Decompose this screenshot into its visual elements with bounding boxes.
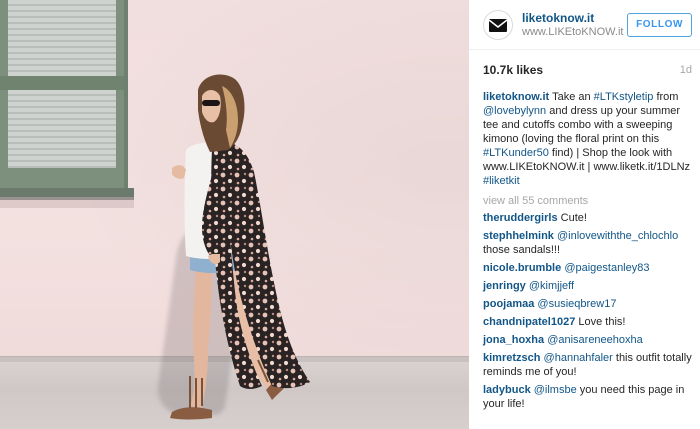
mention-link[interactable]: @kimjjeff [529,280,574,292]
mention-link[interactable]: @lovebylynn [483,105,546,117]
mention-link[interactable]: @inlovewiththe_chlochlo [557,230,678,242]
comment-username[interactable]: stephhelmink [483,230,554,242]
window-blinds-top [8,0,116,76]
mention-link[interactable]: @susieqbrew17 [537,298,616,310]
mention-link[interactable]: @ilmsbe [534,384,577,396]
window-sill [0,188,134,200]
caption-text: from [653,91,679,103]
comment-text: those sandals!!! [483,244,561,256]
comment-text: Cute! [557,212,587,224]
post-photo[interactable] [0,0,469,429]
comment: stephhelmink @inlovewiththe_chlochlo tho… [483,229,692,257]
caption-text: Take an [549,91,594,103]
comment: jona_hoxha @anisareneehoxha [483,333,692,347]
comment-username[interactable]: kimretzsch [483,352,540,364]
likes-count[interactable]: 10.7k likes [483,63,543,77]
avatar[interactable] [483,9,513,40]
comment-username[interactable]: theruddergirls [483,212,558,224]
envelope-logo-icon [488,18,508,32]
instagram-post: liketoknow.it www.LIKEtoKNOW.it FOLLOW 1… [0,0,700,429]
comment-username[interactable]: poojamaa [483,298,534,310]
comment-username[interactable]: chandnipatel1027 [483,316,575,328]
comment: ladybuck @ilmsbe you need this page in y… [483,383,692,411]
account-username[interactable]: liketoknow.it [522,11,627,25]
comment-text: Love this! [575,316,626,328]
comment-username[interactable]: nicole.brumble [483,262,561,274]
post-sidebar: liketoknow.it www.LIKEtoKNOW.it FOLLOW 1… [469,0,700,429]
window-sill-shadow [0,200,134,208]
comment: theruddergirls Cute! [483,211,692,225]
follow-button[interactable]: FOLLOW [627,12,692,37]
comment: kimretzsch @hannahfaler this outfit tota… [483,351,692,379]
window [0,0,128,188]
comments-feed: liketoknow.it Take an #LTKstyletip from … [469,90,700,415]
hashtag-link[interactable]: #liketkit [483,175,520,187]
view-all-comments-link[interactable]: view all 55 comments [483,194,692,208]
caption: liketoknow.it Take an #LTKstyletip from … [483,90,692,188]
hashtag-link[interactable]: #LTKunder50 [483,147,549,159]
comment: nicole.brumble @paigestanley83 [483,261,692,275]
comment-username[interactable]: ladybuck [483,384,531,396]
post-age[interactable]: 1d [680,64,692,76]
window-blinds-bottom [8,90,116,168]
caption-username[interactable]: liketoknow.it [483,91,549,103]
window-frame-bar [0,76,124,90]
account-website[interactable]: www.LIKEtoKNOW.it [522,25,627,39]
post-header: liketoknow.it www.LIKEtoKNOW.it FOLLOW [469,0,700,50]
mention-link[interactable]: @hannahfaler [544,352,613,364]
comment: chandnipatel1027 Love this! [483,315,692,329]
comment: poojamaa @susieqbrew17 [483,297,692,311]
comment-username[interactable]: jenringy [483,280,526,292]
account-info: liketoknow.it www.LIKEtoKNOW.it [522,11,627,39]
comment-username[interactable]: jona_hoxha [483,334,544,346]
comment: jenringy @kimjjeff [483,279,692,293]
mention-link[interactable]: @anisareneehoxha [547,334,643,346]
hashtag-link[interactable]: #LTKstyletip [594,91,654,103]
mention-link[interactable]: @paigestanley83 [564,262,649,274]
woman-figure [170,74,310,420]
post-meta: 10.7k likes 1d [469,50,700,90]
